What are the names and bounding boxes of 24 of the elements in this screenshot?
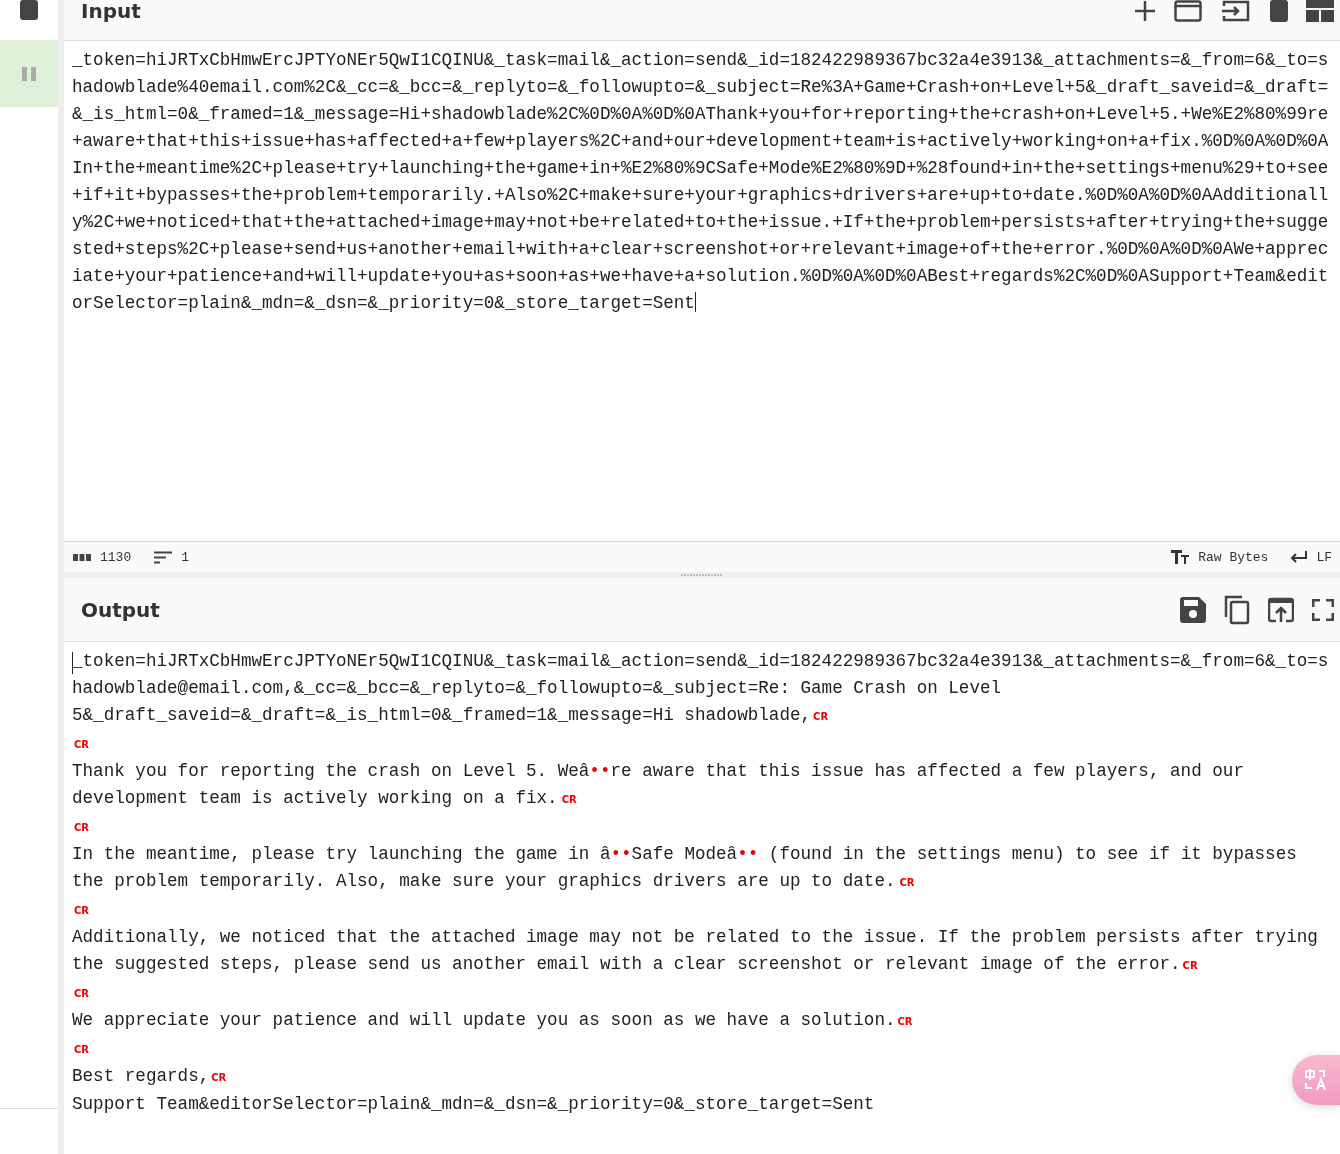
line-count: 1 <box>181 549 190 565</box>
panel-title: Output <box>81 597 160 622</box>
upload-icon[interactable] <box>1268 596 1294 623</box>
text-size-icon[interactable] <box>1171 550 1190 564</box>
return-arrow-icon[interactable] <box>1289 551 1308 563</box>
window-icon[interactable] <box>1174 0 1202 22</box>
encoding-label[interactable]: Raw Bytes <box>1198 549 1269 565</box>
translate-icon <box>1304 1068 1328 1092</box>
copy-icon[interactable] <box>1224 594 1250 625</box>
import-icon[interactable] <box>1220 0 1252 22</box>
output-text: _token=hiJRTxCbHmwErcJPTYoNEr5QwI1CQINU&_task=mail&_action=send&_id=182422989367bc32a4e3913&_attachments=&_from=6&_to=shadowblade@email.com,&_cc=&_bcc=&_replyto=&_followupto=&_subject=Re: Game Crash on Level 5&_draft_saveid=&_draft=&_is_html=0&_framed=1&_message=Hi shadowblade,CR CR Thank you for reporting the crash on Level 5. Weâ••re aware that this issue has affected a few players, and our development team is actively working on a fix. CR CR In the meantime, please try launching the game in â••Safe Modeâ•• (found in the settings menu) to see if it bypasses the problem temporarily. Also, make sure your graphics drivers are up to date. CR CR Additionally, we noticed that the attached image may not be related to the issue. If the problem persists after trying the suggested steps, please send us another email with a clear screenshot or relevant image of the error.CR CR We appreciate your patience and will update you as soon as we have a solution.CR CR Best regards,CR Support Team&editorSelector=plain&_mdn=&_dsn=&_priority=0&_store_target=Sent <box>71 650 1330 1116</box>
fullscreen-icon[interactable] <box>1312 598 1334 621</box>
square-icon <box>20 0 38 20</box>
plus-icon[interactable] <box>1134 0 1156 22</box>
panel-title: Input <box>81 0 141 22</box>
input-field[interactable]: _token=hiJRTxCbHmwErcJPTYoNEr5QwI1CQINU&_task=mail&_action=send&_id=182422989367bc32a4e3913&_attachments=&_from=6&_to=shadowblade%40email.com%2C&_cc=&_bcc=&_replyto=&_followupto=&_subject=Re%3A+Game+Crash+on+Level+5&_draft_saveid=&_draft=&_is_html=0&_framed=1&_message=Hi+shadowblade%2C%0D%0A%0D%0AThank+you+for+reporting+the+crash+on+Level+5.+We%E2%80%99re+aware+that+this+issue+has+affected+a+few+players%2C+and+our+development+team+is+actively+working+on+a+fix.%0D%0A%0D%0AIn+the+meantime%2C+please+try+launching+the+game+in+%E2%80%9CSafe+Mode%E2%80%9D+%28found+in+the+settings+menu%29+to+see+if+it+bypasses+the+problem+temporarily.+Also%2C+make+sure+your+graphics+drivers+are+up+to+date.%0D%0A%0D%0AAdditionally%2C+we+noticed+that+the+attached+image+may+not+be+related+to+the+issue.+If+the+problem+persists+after+trying+the+suggested+steps%2C+please+send+us+another+email+with+a+clear+screenshot+or+relevant+image+of+the+error.%0D%0A%0D%0AWe+appreciate+your+patience+and+will+update+you+as+soon+as+we+have+a+solution.%0D%0A%0D%0ABest+regards%2C%0D%0ASupport+Team&editorSelector=plain&_mdn=&_dsn=&_priority=0&_store_target=Sent <box>64 41 1340 541</box>
lines-icon <box>154 550 173 564</box>
line-ending-label[interactable]: LF <box>1316 549 1332 565</box>
save-icon[interactable] <box>1180 596 1206 623</box>
letters-icon <box>73 553 91 561</box>
character-count: 1130 <box>100 549 132 565</box>
resize-handle[interactable] <box>681 573 723 577</box>
pause-icon <box>22 65 36 82</box>
layout-icon[interactable] <box>1306 0 1334 22</box>
